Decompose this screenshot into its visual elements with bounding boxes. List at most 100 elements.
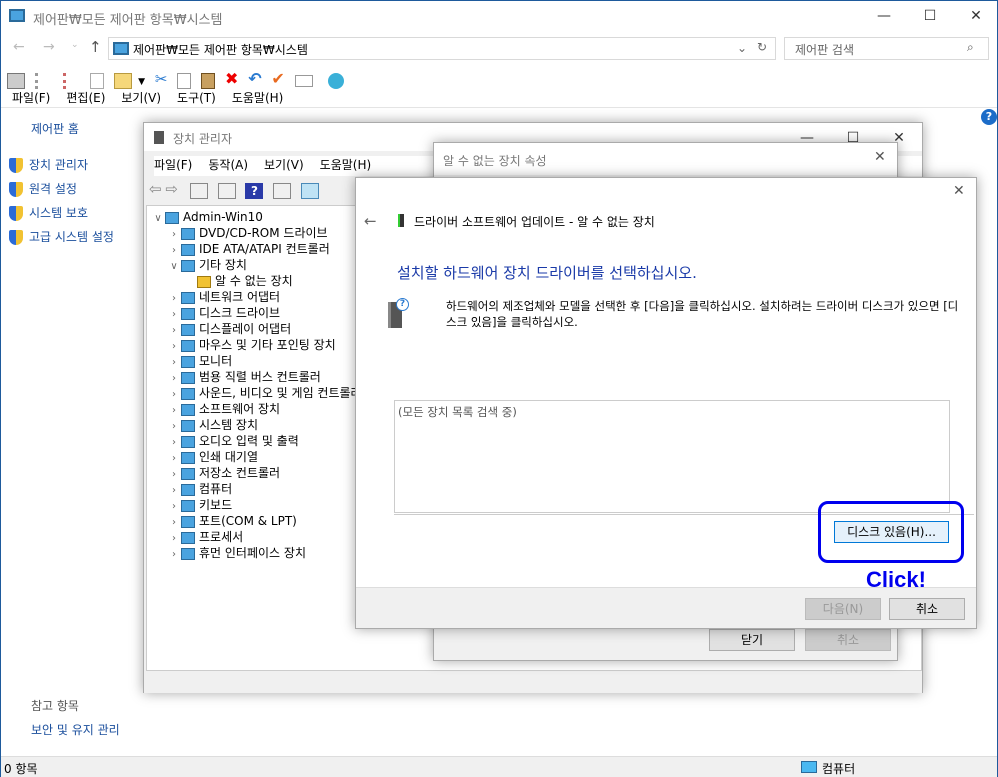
- side-link-device-manager[interactable]: 장치 관리자: [9, 156, 88, 173]
- back-arrow-icon[interactable]: ←: [364, 212, 377, 230]
- close-icon[interactable]: ✕: [953, 183, 965, 199]
- window-title: 제어판₩모든 제어판 항목₩시스템: [33, 13, 223, 28]
- tree-item[interactable]: › 포트(COM & LPT): [167, 513, 297, 529]
- properties-icon[interactable]: [294, 74, 313, 87]
- wizard-footer: 다음(N) 취소: [356, 587, 976, 628]
- security-maintenance-link[interactable]: 보안 및 유지 관리: [31, 721, 120, 738]
- device-category-icon: [181, 499, 195, 512]
- chevron-down-icon[interactable]: ∨: [167, 259, 181, 275]
- chevron-right-icon[interactable]: ›: [167, 547, 181, 563]
- up-arrow-icon[interactable]: ↑: [89, 38, 102, 56]
- tree-item[interactable]: › IDE ATA/ATAPI 컨트롤러: [167, 241, 330, 257]
- forward-arrow-icon[interactable]: →: [43, 39, 55, 55]
- menu-file[interactable]: 파일(F): [12, 91, 50, 105]
- chevron-down-icon[interactable]: ∨: [151, 211, 165, 227]
- tree-item[interactable]: › DVD/CD-ROM 드라이브: [167, 225, 328, 241]
- cancel-button[interactable]: 취소: [805, 629, 891, 651]
- update-driver-icon[interactable]: [273, 182, 292, 199]
- delete-icon[interactable]: ✖: [225, 69, 238, 88]
- address-bar[interactable]: 제어판₩모든 제어판 항목₩시스템 ⌄ ↻: [108, 37, 776, 60]
- tree-item[interactable]: › 소프트웨어 장치: [167, 401, 280, 417]
- help-icon[interactable]: ?: [981, 109, 997, 125]
- pane-icon[interactable]: [7, 72, 25, 89]
- close-button[interactable]: 닫기: [709, 629, 795, 651]
- device-category-icon: [181, 515, 195, 528]
- refresh-icon[interactable]: ↻: [757, 40, 767, 54]
- tree-item-label: 포트(COM & LPT): [199, 514, 297, 528]
- minimize-button[interactable]: —: [861, 1, 907, 31]
- dropdown-chevron-icon[interactable]: ⌄: [737, 41, 747, 55]
- see-also-heading: 참고 항목: [31, 699, 79, 713]
- menu-file[interactable]: 파일(F): [154, 158, 192, 172]
- help-icon[interactable]: ?: [245, 182, 264, 199]
- folder-options-icon[interactable]: [114, 72, 133, 89]
- menu-bar: 파일(F) 편집(E) 보기(V) 도구(T) 도움말(H): [12, 89, 299, 106]
- tree-item[interactable]: › 휴먼 인터페이스 장치: [167, 545, 306, 561]
- tree-item[interactable]: › 오디오 입력 및 출력: [167, 433, 299, 449]
- status-bar: 0 항목 컴퓨터: [1, 756, 997, 777]
- tree-item[interactable]: › 프로세서: [167, 529, 243, 545]
- menu-edit[interactable]: 편집(E): [66, 91, 105, 105]
- tree-item[interactable]: › 마우스 및 기타 포인팅 장치: [167, 337, 336, 353]
- side-link-system-protection[interactable]: 시스템 보호: [9, 204, 88, 221]
- close-icon[interactable]: ✕: [874, 149, 886, 165]
- tree-item[interactable]: › 시스템 장치: [167, 417, 258, 433]
- tree-item[interactable]: › 컴퓨터: [167, 481, 232, 497]
- cut-icon[interactable]: ✂: [155, 70, 168, 88]
- back-arrow-icon[interactable]: ←: [13, 39, 25, 55]
- menu-view[interactable]: 보기(V): [264, 158, 304, 172]
- wizard-header: 드라이버 소프트웨어 업데이트 - 알 수 없는 장치: [414, 215, 655, 229]
- close-button[interactable]: ✕: [953, 1, 998, 31]
- next-button[interactable]: 다음(N): [805, 598, 881, 620]
- menu-view[interactable]: 보기(V): [121, 91, 161, 105]
- shell-icon[interactable]: [328, 72, 345, 89]
- tree-item[interactable]: › 디스플레이 어댑터: [167, 321, 291, 337]
- tree-item[interactable]: › 저장소 컨트롤러: [167, 465, 280, 481]
- recent-chevron-icon[interactable]: ⌄: [71, 40, 79, 50]
- tree-item[interactable]: › 인쇄 대기열: [167, 449, 258, 465]
- menu-action[interactable]: 동작(A): [208, 158, 248, 172]
- wizard-description: 하드웨어의 제조업체와 모델을 선택한 후 [다음]을 클릭하십시오. 설치하려…: [446, 299, 959, 329]
- tree-item[interactable]: › 디스크 드라이브: [167, 305, 280, 321]
- tree-item[interactable]: › 범용 직렬 버스 컨트롤러: [167, 369, 321, 385]
- tree-item-label: Admin-Win10: [183, 210, 263, 224]
- tree-item-label: 키보드: [199, 498, 233, 512]
- show-hide-tree-icon[interactable]: [189, 182, 208, 199]
- side-link-advanced-settings[interactable]: 고급 시스템 설정: [9, 228, 114, 245]
- tree-item[interactable]: › 키보드: [167, 497, 232, 513]
- side-link-remote-settings[interactable]: 원격 설정: [9, 180, 77, 197]
- cancel-button[interactable]: 취소: [889, 598, 965, 620]
- tree-item[interactable]: › 사운드, 비디오 및 게임 컨트롤러: [167, 385, 362, 401]
- page-icon[interactable]: [90, 72, 105, 89]
- forward-icon[interactable]: ⇨: [165, 180, 178, 198]
- device-category-icon: [181, 371, 195, 384]
- scan-hardware-icon[interactable]: [301, 182, 320, 199]
- menu-tools[interactable]: 도구(T): [177, 91, 216, 105]
- driver-list[interactable]: (모든 장치 목록 검색 중): [394, 400, 950, 513]
- tree-item[interactable]: › 모니터: [167, 353, 232, 369]
- tree-item[interactable]: ∨ Admin-Win10: [151, 209, 263, 225]
- list-view-icon[interactable]: [34, 72, 53, 89]
- navigation-bar: ← → ⌄ ↑ 제어판₩모든 제어판 항목₩시스템 ⌄ ↻ 제어판 검색 ⌕: [1, 37, 997, 61]
- maximize-button[interactable]: ☐: [907, 1, 953, 31]
- copy-icon[interactable]: [177, 72, 192, 89]
- device-category-icon: [181, 435, 195, 448]
- tree-item[interactable]: 알 수 없는 장치: [183, 273, 293, 289]
- tree-item-label: 소프트웨어 장치: [199, 402, 281, 416]
- menu-help[interactable]: 도움말(H): [232, 91, 284, 105]
- menu-help[interactable]: 도움말(H): [320, 158, 372, 172]
- back-icon[interactable]: ⇦: [149, 180, 162, 198]
- details-view-icon[interactable]: [62, 72, 81, 89]
- properties-icon[interactable]: [217, 182, 236, 199]
- tree-item[interactable]: › 네트워크 어댑터: [167, 289, 280, 305]
- check-icon[interactable]: ✔: [271, 69, 284, 88]
- paste-icon[interactable]: [201, 72, 216, 89]
- search-input[interactable]: 제어판 검색 ⌕: [784, 37, 989, 60]
- tree-item[interactable]: ∨ 기타 장치: [167, 257, 247, 273]
- undo-icon[interactable]: ↶: [248, 69, 261, 88]
- question-badge-icon: ?: [396, 298, 409, 311]
- control-panel-home-link[interactable]: 제어판 홈: [31, 120, 79, 137]
- device-category-icon: [181, 451, 195, 464]
- dropdown-icon[interactable]: ▼: [138, 77, 145, 87]
- device-category-icon: [181, 531, 195, 544]
